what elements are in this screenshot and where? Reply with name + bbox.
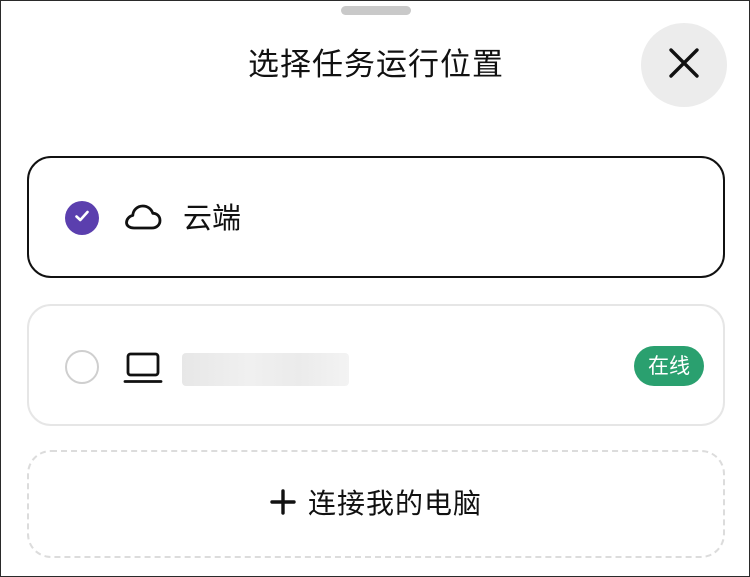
option-cloud[interactable]: 云端 xyxy=(27,156,725,278)
connect-label: 连接我的电脑 xyxy=(307,487,482,520)
cloud-icon xyxy=(123,198,163,238)
option-my-computer[interactable]: 在线 xyxy=(27,304,725,426)
connect-content: 连接我的电脑 xyxy=(270,484,482,524)
connect-my-computer-button[interactable]: 连接我的电脑 xyxy=(27,450,725,558)
check-icon xyxy=(73,207,91,229)
laptop-icon xyxy=(123,350,163,386)
radio-selected[interactable] xyxy=(65,201,99,235)
status-badge-online: 在线 xyxy=(634,346,704,386)
option-label-cloud: 云端 xyxy=(183,201,242,235)
dialog-title: 选择任务运行位置 xyxy=(248,47,504,83)
drag-handle[interactable] xyxy=(341,6,411,15)
computer-name-redacted xyxy=(182,353,349,386)
location-picker-sheet: 选择任务运行位置 云端 在线 连接我的电脑 xyxy=(0,0,750,577)
close-button[interactable] xyxy=(641,23,727,107)
radio-unselected[interactable] xyxy=(65,350,99,384)
close-icon xyxy=(667,46,701,84)
plus-icon xyxy=(270,489,296,519)
